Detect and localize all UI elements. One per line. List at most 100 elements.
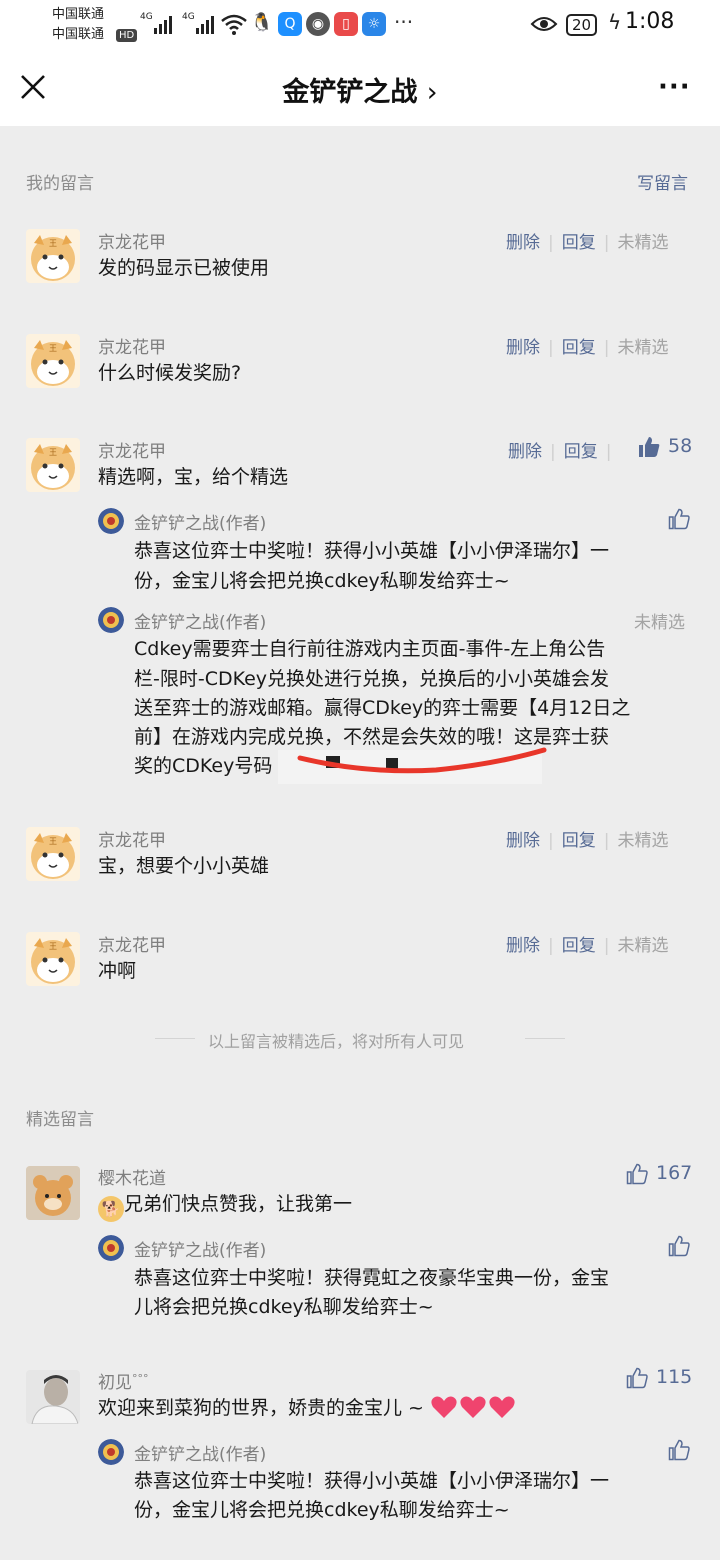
- like-count: 58: [668, 435, 693, 457]
- comment-text-body: 欢迎来到菜狗的世界，娇贵的金宝儿 ~: [98, 1397, 424, 1419]
- signal-2: 4G: [182, 12, 216, 40]
- hd-badge: HD: [116, 29, 138, 42]
- tiger-avatar-icon: 王: [26, 438, 80, 492]
- comment-actions: 删除 | 回复 | 未精选: [506, 338, 669, 358]
- thumb-up-icon[interactable]: [626, 1367, 648, 1389]
- doge-emoji-icon: 🐕: [98, 1196, 124, 1222]
- avatar: 王: [26, 827, 80, 881]
- visibility-notice: 以上留言被精选后，将对所有人可见: [208, 1032, 465, 1051]
- reply-text-line: 奖的CDKey号码: [134, 755, 273, 777]
- divider-line-right: [525, 1038, 565, 1039]
- clock: 1:08: [625, 9, 675, 34]
- game-logo-icon: [98, 607, 124, 633]
- wifi-icon: [221, 14, 247, 35]
- reply-text-line: 恭喜这位弈士中奖啦！获得霓虹之夜豪华宝典一份，金宝: [134, 1267, 610, 1289]
- page-title[interactable]: 金铲铲之战 ›: [0, 70, 720, 109]
- thumb-up-icon[interactable]: [668, 508, 690, 530]
- red-scribble: [297, 747, 547, 774]
- comment-author: 京龙花甲: [98, 831, 166, 851]
- delete-button[interactable]: 删除: [506, 338, 540, 358]
- game-logo-icon: [98, 1235, 124, 1261]
- unselected-status: 未精选: [617, 233, 669, 253]
- write-comment-button[interactable]: 写留言: [637, 169, 688, 194]
- comment-actions: 删除 | 回复 | 未精选: [506, 233, 669, 253]
- comment-author: 樱木花道: [98, 1169, 166, 1189]
- comment-author-name: 初见: [98, 1373, 132, 1393]
- reply-author: 金铲铲之战(作者): [134, 1241, 267, 1261]
- person-avatar-icon: [26, 1370, 80, 1424]
- tiger-avatar-icon: 王: [26, 932, 80, 986]
- browser-icon: ◉: [306, 12, 330, 36]
- tiger-avatar-icon: 王: [26, 229, 80, 283]
- comment-actions: 删除 | 回复 | 未精选: [506, 831, 669, 851]
- thumb-up-icon[interactable]: [668, 1439, 690, 1461]
- reply-button[interactable]: 回复: [562, 936, 596, 956]
- unselected-status: 未精选: [617, 831, 669, 851]
- bulb-icon: ☼: [362, 12, 386, 36]
- delete-button[interactable]: 删除: [506, 233, 540, 253]
- avatar: [26, 1166, 80, 1220]
- game-logo-icon: [98, 508, 124, 534]
- carrier-1: 中国联通: [52, 7, 105, 22]
- reply-author: 金铲铲之战(作者): [134, 613, 267, 633]
- reply-text-line: 份，金宝儿将会把兑换cdkey私聊发给弈士~: [134, 1499, 510, 1521]
- reply-button[interactable]: 回复: [562, 338, 596, 358]
- thumb-up-filled-icon[interactable]: [638, 436, 660, 458]
- carrier-2: 中国联通: [52, 27, 105, 42]
- author-avatar: [98, 1439, 124, 1465]
- game-logo-icon: [98, 1439, 124, 1465]
- comment-author: 京龙花甲: [98, 936, 166, 956]
- reply-text-line: 恭喜这位弈士中奖啦！获得小小英雄【小小伊泽瑞尔】一: [134, 1470, 610, 1492]
- unselected-status: 未精选: [617, 338, 669, 358]
- net-type-1: 4G: [140, 12, 153, 22]
- unselected-status: 未精选: [617, 936, 669, 956]
- chevron-right-icon: ›: [426, 77, 438, 108]
- thumb-up-icon[interactable]: [626, 1163, 648, 1185]
- more-icon[interactable]: ···: [658, 72, 691, 102]
- comment-text: 精选啊，宝，给个精选: [98, 466, 289, 488]
- book-icon: ▯: [334, 12, 358, 36]
- divider-line-left: [155, 1038, 195, 1039]
- avatar: 王: [26, 334, 80, 388]
- comment-actions: 删除 | 回复 |: [508, 442, 612, 462]
- charging-icon: ϟ: [608, 10, 622, 34]
- comment-text: 发的码显示已被使用: [98, 257, 270, 279]
- author-avatar: [98, 607, 124, 633]
- reply-author: 金铲铲之战(作者): [134, 1445, 267, 1465]
- comment-author: 京龙花甲: [98, 233, 166, 253]
- more-notifications-icon: ···: [394, 10, 414, 34]
- reply-text-line: 栏-限时-CDKey兑换处进行兑换，兑换后的小小英雄会发: [134, 668, 610, 690]
- avatar: 王: [26, 932, 80, 986]
- reply-button[interactable]: 回复: [564, 442, 598, 462]
- tiger-avatar-icon: 王: [26, 827, 80, 881]
- delete-button[interactable]: 删除: [506, 936, 540, 956]
- hearts-emoji-icon: [431, 1396, 515, 1418]
- thumb-up-icon[interactable]: [668, 1235, 690, 1257]
- battery-icon: 20: [566, 14, 598, 36]
- delete-button[interactable]: 删除: [508, 442, 542, 462]
- svg-text:王: 王: [49, 239, 57, 248]
- comment-text-body: 兄弟们快点赞我，让我第一: [124, 1193, 353, 1215]
- bear-avatar-icon: [26, 1166, 80, 1220]
- reply-text-line: 送至弈士的游戏邮箱。赢得CDkey的弈士需要【4月12日之: [134, 697, 631, 719]
- reply-text-line: 儿将会把兑换cdkey私聊发给弈士~: [134, 1296, 434, 1318]
- qq-icon: 🐧: [250, 12, 274, 36]
- reply-button[interactable]: 回复: [562, 831, 596, 851]
- comment-author-suffix: °°°: [132, 1372, 149, 1385]
- author-avatar: [98, 508, 124, 534]
- avatar: 王: [26, 229, 80, 283]
- featured-comments-label: 精选留言: [26, 1110, 94, 1130]
- svg-text:王: 王: [49, 448, 57, 457]
- net-type-2: 4G: [182, 12, 195, 22]
- svg-text:王: 王: [49, 344, 57, 353]
- delete-button[interactable]: 删除: [506, 831, 540, 851]
- svg-text:王: 王: [49, 942, 57, 951]
- reply-text-line: 份，金宝儿将会把兑换cdkey私聊发给弈士~: [134, 570, 510, 592]
- comment-text: 冲啊: [98, 960, 137, 982]
- comment-text: 什么时候发奖励?: [98, 362, 242, 384]
- comment-author: 京龙花甲: [98, 338, 166, 358]
- reply-status: 未精选: [634, 613, 685, 633]
- reply-author: 金铲铲之战(作者): [134, 514, 267, 534]
- reply-button[interactable]: 回复: [562, 233, 596, 253]
- avatar: [26, 1370, 80, 1424]
